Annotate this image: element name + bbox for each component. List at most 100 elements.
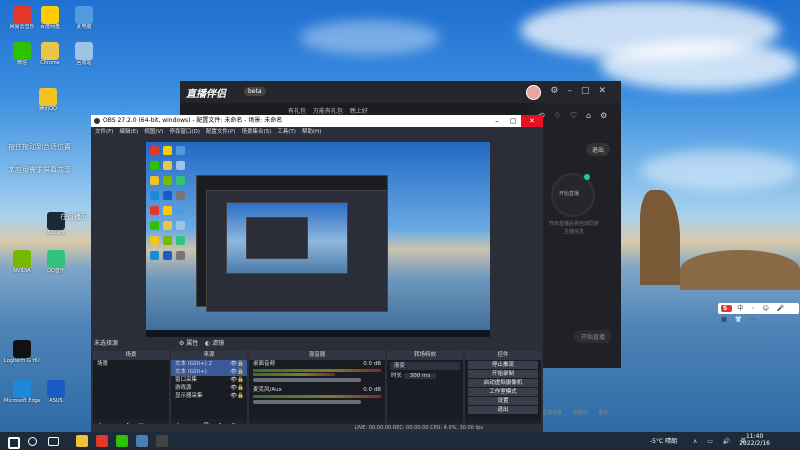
app-icon [41, 6, 59, 24]
streaming-app-menu[interactable]: 有礼包 万能有礼包 晚上好 [288, 106, 373, 115]
properties-button[interactable]: ⚙ 属性 [179, 337, 198, 350]
desktop-icon[interactable]: 腾讯QQ [30, 88, 66, 112]
app-icon [75, 6, 93, 24]
desktop-icon-label: 此电脑 [76, 24, 92, 30]
desktop-icon[interactable]: Microsoft Edge [4, 380, 40, 404]
obs-window-controls[interactable]: – ▢ ✕ [489, 115, 543, 127]
desktop-icon[interactable]: 回收站 [66, 42, 102, 66]
obs-window[interactable]: OBS 27.2.0 (64-bit, windows) - 配置文件: 未命名… [91, 115, 543, 433]
transition-select[interactable]: 渐变 [390, 362, 460, 370]
control-button[interactable]: 开始录制 [468, 370, 538, 378]
obs-menu-item[interactable]: 文件(F) [95, 129, 113, 135]
volume-slider[interactable] [253, 400, 361, 404]
obs-titlebar[interactable]: OBS 27.2.0 (64-bit, windows) - 配置文件: 未命名… [91, 115, 543, 127]
close-icon[interactable]: ✕ [521, 115, 543, 127]
desktop-icon[interactable]: 百度网盘 [32, 6, 68, 30]
obs-menu-item[interactable]: 停靠窗口(D) [169, 129, 200, 135]
desktop-icon-label: ASUS [49, 398, 63, 404]
no-source-label: 未选择源 [94, 340, 119, 347]
menu-item-gift-pack[interactable]: 万能有礼包 [313, 108, 343, 115]
app-icon [47, 380, 65, 398]
app-icon [13, 6, 31, 24]
control-button[interactable]: 停止推流 [468, 361, 538, 369]
steam-icon[interactable] [136, 435, 148, 447]
obs-preview[interactable] [146, 142, 490, 337]
weather-widget[interactable]: -5°C 晴朗 [650, 436, 677, 445]
controls-list[interactable]: 停止推流 开始录制 启动虚拟摄像机 工作室模式 设置 退出 [465, 360, 541, 419]
minimize-icon[interactable]: – [489, 115, 505, 127]
obs-menu-item[interactable]: 帮助(H) [302, 129, 321, 135]
obs-title-text: OBS 27.2.0 (64-bit, windows) - 配置文件: 未命名… [103, 117, 283, 124]
streaming-app-titlebar[interactable]: 直播伴侣 beta ⚙–▢✕ [180, 81, 621, 103]
source-item[interactable]: 游戏源 👁🔒 [171, 384, 247, 392]
preview-taskbar [146, 330, 490, 337]
bottom-item-room[interactable]: 直播间 [573, 410, 588, 416]
app-icon [13, 250, 31, 268]
control-button[interactable]: 设置 [468, 397, 538, 405]
obs-menu-item[interactable]: 场景集合(S) [241, 129, 271, 135]
scenes-dock[interactable]: 场景 场景 + − ∧ ∨ [93, 351, 169, 431]
eye-lock-icon[interactable]: 👁🔒 [230, 384, 244, 392]
obs-menu-item[interactable]: 视图(V) [144, 129, 163, 135]
desktop-icon-label: QQ音乐 [47, 268, 65, 274]
source-item[interactable]: 显示器采集 👁🔒 [171, 392, 247, 400]
sources-list[interactable]: 文本 (GDI+) 2 👁🔒 文本 (GDI+) 👁🔒 窗口采集 👁🔒 游戏源 👁🔒 显示器采集… [171, 360, 247, 419]
search-icon[interactable] [28, 437, 37, 446]
start-live-button[interactable]: 开始直播 [574, 330, 613, 343]
start-icon[interactable] [8, 437, 20, 449]
app-icon [39, 88, 57, 106]
eye-lock-icon[interactable]: 👁🔒 [230, 360, 244, 368]
menu-item-greeting[interactable]: 晚上好 [350, 108, 368, 115]
maximize-icon[interactable]: ▢ [505, 115, 521, 127]
desktop-icon[interactable]: 此电脑 [66, 6, 102, 30]
ime-toolbar[interactable]: S 中 ◦ ☺ 🎤 ▦ 👕 ⋯ [718, 303, 799, 323]
duration-row[interactable]: 时长 300 ms [387, 372, 463, 380]
exit-button[interactable]: 退出 [586, 143, 611, 156]
transitions-dock[interactable]: 转场特效 渐变 时长 300 ms [387, 351, 463, 431]
window-controls[interactable]: ⚙–▢✕ [550, 86, 615, 96]
toolbar-icons[interactable]: ⟲♢♡⌂⚙ [538, 111, 616, 120]
obs-menu-item[interactable]: 工具(T) [277, 129, 296, 135]
mixer-header: 混音器 [249, 351, 385, 360]
preview-icon [150, 191, 159, 200]
desktop-icon-label: 腾讯QQ [39, 106, 57, 112]
source-item[interactable]: 窗口采集 👁🔒 [171, 376, 247, 384]
streaming-app-bottom-bar[interactable]: 直播设置 直播间 更多 [542, 409, 617, 416]
desktop-icon-label: Chrome [40, 60, 60, 66]
bottom-item-settings[interactable]: 直播设置 [542, 410, 562, 416]
sources-header: 来源 [171, 351, 247, 360]
obs-icon[interactable] [156, 435, 168, 447]
control-button[interactable]: 工作室模式 [468, 388, 538, 396]
explorer-icon[interactable] [76, 435, 88, 447]
preview-icon [176, 176, 185, 185]
mixer-dock[interactable]: 混音器 桌面音频 0.0 dB 麦克风/Aux 0.0 dB [249, 351, 385, 431]
task-view-icon[interactable] [48, 437, 59, 446]
volume-slider[interactable] [253, 378, 361, 382]
source-item[interactable]: 文本 (GDI+) 2 👁🔒 [171, 360, 247, 368]
obs-menu-item[interactable]: 编辑(E) [119, 129, 138, 135]
desktop-icon[interactable]: Logitech G HUB [4, 340, 40, 364]
clock[interactable]: 11:40 2022/2/16 [739, 433, 770, 447]
eye-lock-icon[interactable]: 👁🔒 [230, 376, 244, 384]
menu-item-gift[interactable]: 有礼包 [288, 108, 306, 115]
eye-lock-icon[interactable]: 👁🔒 [230, 368, 244, 376]
desktop-icon[interactable]: QQ音乐 [38, 250, 74, 274]
wechat-icon[interactable] [116, 435, 128, 447]
avatar[interactable] [526, 85, 541, 100]
obs-preview-area[interactable] [91, 137, 543, 351]
sources-dock[interactable]: 来源 文本 (GDI+) 2 👁🔒 文本 (GDI+) 👁🔒 窗口采集 👁🔒 游戏源 👁🔒 显示… [171, 351, 247, 431]
scene-item[interactable]: 场景 [93, 360, 169, 368]
desktop-icon[interactable]: NVIDIA [4, 250, 40, 274]
desktop-icon[interactable]: ASUS [38, 380, 74, 404]
live-app-icon[interactable] [96, 435, 108, 447]
obs-menu-item[interactable]: 配置文件(P) [206, 129, 236, 135]
eye-lock-icon[interactable]: 👁🔒 [230, 392, 244, 400]
controls-dock[interactable]: 控件 停止推流 开始录制 启动虚拟摄像机 工作室模式 设置 退出 [465, 351, 541, 431]
control-button[interactable]: 启动虚拟摄像机 [468, 379, 538, 387]
source-item[interactable]: 文本 (GDI+) 👁🔒 [171, 368, 247, 376]
desktop-icon[interactable]: Chrome [32, 42, 68, 66]
preview-icon [150, 161, 159, 170]
filters-button[interactable]: ◐ 滤镜 [205, 337, 224, 350]
bottom-item-more[interactable]: 更多 [598, 410, 608, 416]
control-button[interactable]: 退出 [468, 406, 538, 414]
